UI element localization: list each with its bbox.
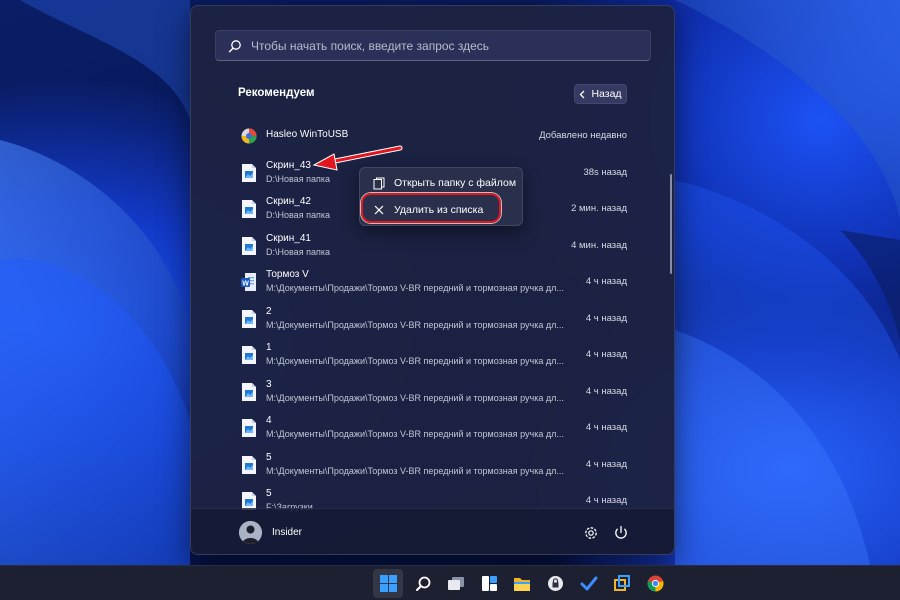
file-explorer-button[interactable] bbox=[507, 569, 537, 598]
item-name: 2 bbox=[266, 305, 272, 317]
item-path: M:\Документы\Продажи\Тормоз V-BR передни… bbox=[266, 319, 564, 330]
gear-icon bbox=[585, 527, 597, 539]
item-path: M:\Документы\Продажи\Тормоз V-BR передни… bbox=[266, 465, 564, 476]
back-button[interactable]: Назад bbox=[574, 84, 627, 104]
todo-button[interactable] bbox=[574, 569, 604, 598]
user-name[interactable]: Insider bbox=[272, 527, 302, 538]
chrome-button[interactable] bbox=[640, 569, 670, 598]
start-menu: Рекомендуем Назад Hasleo WinToUSB Добавл… bbox=[190, 5, 675, 555]
task-view-icon bbox=[448, 577, 464, 590]
list-item[interactable]: Hasleo WinToUSB Добавлено недавно bbox=[229, 119, 639, 156]
item-name: Скрин_42 bbox=[266, 196, 311, 207]
chevron-left-icon bbox=[580, 90, 585, 98]
search-icon bbox=[228, 39, 241, 52]
item-time: 4 ч назад bbox=[585, 312, 627, 324]
image-file-icon bbox=[242, 309, 256, 328]
image-file-icon bbox=[242, 200, 256, 218]
item-time: 4 ч назад bbox=[585, 349, 627, 360]
search-icon bbox=[415, 576, 430, 591]
item-name: Hasleo WinToUSB bbox=[266, 129, 349, 140]
lock-app-icon bbox=[547, 576, 563, 591]
item-name: Тормоз V bbox=[266, 269, 309, 280]
list-item[interactable]: Скрин_41 D:\Новая папка 4 мин. назад bbox=[229, 229, 639, 266]
item-name: 5 bbox=[266, 488, 272, 499]
task-view-button[interactable] bbox=[441, 569, 471, 598]
start-button[interactable] bbox=[373, 569, 403, 598]
item-name: 5 bbox=[266, 451, 272, 463]
search-box[interactable] bbox=[215, 30, 651, 61]
item-time: 4 ч назад bbox=[585, 276, 627, 287]
avatar[interactable] bbox=[239, 521, 262, 544]
item-time: 38s назад bbox=[583, 166, 627, 178]
image-file-icon bbox=[242, 382, 256, 401]
image-file-icon bbox=[242, 455, 256, 474]
list-item[interactable]: 2 M:\Документы\Продажи\Тормоз V-BR перед… bbox=[229, 302, 639, 339]
item-time: 2 мин. назад bbox=[571, 203, 627, 214]
recommended-heading: Рекомендуем bbox=[238, 87, 315, 99]
item-name: 4 bbox=[266, 415, 272, 426]
network-app-button[interactable] bbox=[607, 569, 637, 598]
item-name: 1 bbox=[266, 342, 272, 353]
image-file-icon bbox=[242, 419, 256, 437]
item-path: M:\Документы\Продажи\Тормоз V-BR передни… bbox=[266, 392, 564, 403]
item-time: 4 ч назад bbox=[585, 495, 627, 506]
start-icon bbox=[379, 575, 397, 592]
app-icon bbox=[241, 128, 257, 144]
open-folder-label: Открыть папку с файлом bbox=[394, 177, 517, 189]
list-item[interactable]: 4 M:\Документы\Продажи\Тормоз V-BR перед… bbox=[229, 411, 639, 448]
chrome-icon bbox=[646, 575, 664, 592]
list-item[interactable]: W Тормоз V M:\Документы\Продажи\Тормоз V… bbox=[229, 265, 639, 302]
taskbar bbox=[0, 565, 900, 600]
item-time: Добавлено недавно bbox=[539, 130, 627, 141]
image-file-icon bbox=[242, 346, 256, 364]
item-path: M:\Документы\Продажи\Тормоз V-BR передни… bbox=[266, 429, 564, 439]
highlight-annotation bbox=[361, 193, 501, 223]
settings-button[interactable] bbox=[581, 523, 601, 543]
item-time: 4 мин. назад bbox=[571, 239, 627, 251]
widgets-icon bbox=[481, 576, 497, 591]
todo-icon bbox=[580, 576, 598, 591]
network-app-icon bbox=[614, 575, 630, 591]
item-path: M:\Документы\Продажи\Тормоз V-BR передни… bbox=[266, 356, 564, 366]
list-item[interactable]: 1 M:\Документы\Продажи\Тормоз V-BR перед… bbox=[229, 338, 639, 375]
item-name: 3 bbox=[266, 378, 272, 390]
widgets-button[interactable] bbox=[474, 569, 504, 598]
item-name: Скрин_41 bbox=[266, 232, 311, 244]
item-path: M:\Документы\Продажи\Тормоз V-BR передни… bbox=[266, 283, 564, 293]
item-path: D:\Новая папка bbox=[266, 246, 330, 257]
search-input[interactable] bbox=[251, 38, 631, 53]
folder-open-icon bbox=[373, 177, 385, 189]
item-time: 4 ч назад bbox=[585, 385, 627, 397]
word-file-icon: W bbox=[241, 273, 256, 291]
power-icon bbox=[615, 525, 627, 539]
lock-app-button[interactable] bbox=[540, 569, 570, 598]
svg-text:W: W bbox=[242, 280, 249, 287]
user-avatar-icon bbox=[239, 521, 262, 544]
list-item[interactable]: 5 M:\Документы\Продажи\Тормоз V-BR перед… bbox=[229, 448, 639, 485]
back-button-label: Назад bbox=[591, 88, 622, 100]
power-button[interactable] bbox=[611, 523, 631, 543]
taskbar-search-button[interactable] bbox=[408, 569, 438, 598]
scrollbar[interactable] bbox=[670, 174, 672, 274]
start-menu-footer: Insider bbox=[191, 508, 674, 554]
list-item[interactable]: 3 M:\Документы\Продажи\Тормоз V-BR перед… bbox=[229, 375, 639, 412]
item-time: 4 ч назад bbox=[585, 458, 627, 470]
open-folder-menu-item[interactable]: Открыть папку с файлом bbox=[364, 171, 520, 195]
file-explorer-icon bbox=[514, 577, 530, 591]
item-time: 4 ч назад bbox=[585, 422, 627, 433]
image-file-icon bbox=[242, 236, 256, 255]
image-file-icon bbox=[242, 163, 256, 182]
